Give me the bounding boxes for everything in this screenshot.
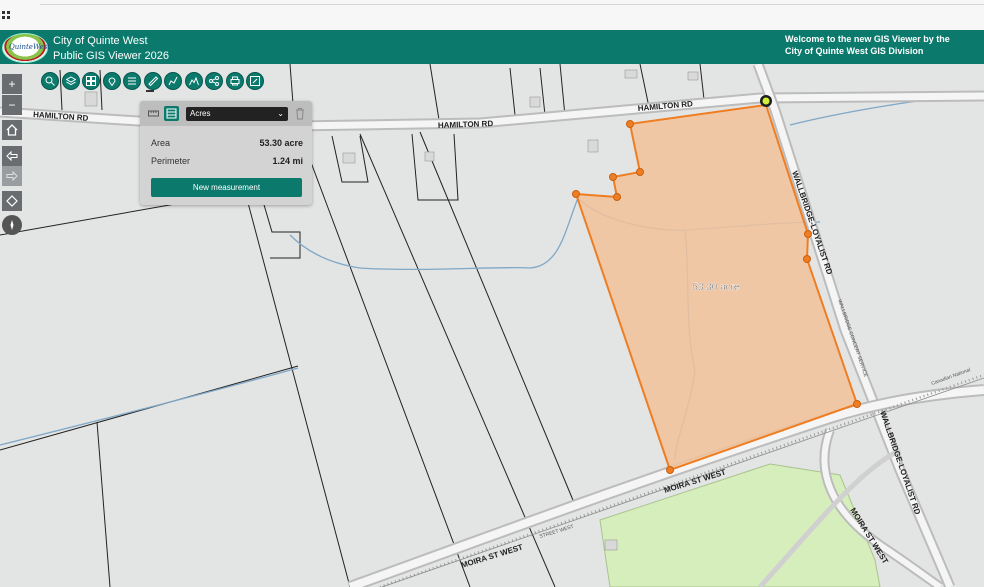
measurement-panel: Acres ⌄ Area 53.30 acre Perimeter 1.24 m… [140, 101, 312, 205]
list-icon [128, 77, 136, 85]
vertex-handle[interactable] [572, 190, 580, 198]
previous-extent-button[interactable] [2, 146, 22, 166]
next-extent-button[interactable] [2, 166, 22, 186]
vertex-handle[interactable] [666, 466, 674, 474]
area-row: Area 53.30 acre [151, 138, 303, 148]
browser-toolbar [0, 0, 984, 31]
tab-strip [40, 4, 984, 8]
basemap-icon [86, 76, 96, 86]
tool-button-edit[interactable] [246, 72, 264, 90]
tool-button-layers[interactable] [61, 72, 80, 90]
tool-button-basemap[interactable] [82, 72, 100, 90]
tool-button-list[interactable] [123, 72, 141, 90]
trash-icon[interactable] [294, 107, 306, 120]
welcome-text-line2: City of Quinte West GIS Division [785, 46, 924, 56]
app-subtitle: Public GIS Viewer 2026 [53, 50, 169, 62]
perimeter-label: Perimeter [151, 156, 191, 166]
grid-icon[interactable] [2, 11, 11, 20]
new-measurement-button[interactable]: New measurement [151, 178, 302, 197]
search-icon [45, 76, 55, 86]
elevation-icon [188, 76, 199, 86]
welcome-text-line1: Welcome to the new GIS Viewer by the [785, 34, 950, 44]
arrow-right-icon [6, 170, 18, 182]
unit-select-value: Acres [190, 109, 211, 118]
app-title: City of Quinte West [53, 35, 148, 47]
zoom-in-button[interactable]: + [2, 74, 22, 94]
location-icon [107, 77, 116, 86]
city-logo: QuinteWest [2, 33, 51, 63]
logo-text: QuinteWest [9, 43, 51, 51]
area-value: 53.30 acre [259, 138, 303, 148]
active-vertex-marker[interactable] [760, 95, 772, 107]
unit-select[interactable]: Acres ⌄ [186, 107, 288, 121]
arrow-left-icon [6, 150, 18, 162]
measure-icon [147, 76, 158, 86]
home-icon [6, 124, 18, 136]
home-button[interactable] [2, 120, 22, 140]
app-header: QuinteWest City of Quinte West Public GI… [0, 30, 984, 64]
tool-button-share[interactable] [205, 72, 223, 90]
perimeter-row: Perimeter 1.24 mi [151, 156, 303, 166]
vertex-handle[interactable] [613, 193, 621, 201]
print-icon [230, 76, 239, 86]
active-tool-indicator [146, 90, 154, 92]
perimeter-value: 1.24 mi [272, 156, 303, 166]
tool-button-print[interactable] [225, 72, 244, 90]
vertex-handle[interactable] [803, 255, 811, 263]
layers-icon [65, 76, 76, 86]
locate-button[interactable] [2, 191, 22, 211]
tool-button-elevation[interactable] [184, 72, 203, 90]
vertex-handle[interactable] [636, 168, 644, 176]
vertex-handle[interactable] [609, 173, 617, 181]
area-label: Area [151, 138, 171, 148]
draw-icon [168, 76, 178, 86]
tool-button-draw[interactable] [164, 72, 182, 90]
compass-icon [10, 220, 14, 230]
share-icon [209, 76, 219, 86]
vertex-handle[interactable] [626, 120, 634, 128]
edit-icon [250, 76, 260, 86]
area-mode-button[interactable] [164, 106, 179, 121]
vertex-handle[interactable] [853, 400, 861, 408]
zoom-out-button[interactable]: − [2, 95, 22, 115]
distance-mode-button[interactable] [146, 106, 161, 121]
polygon-area-label: 53.30 acre [692, 282, 740, 293]
chevron-down-icon: ⌄ [277, 109, 284, 118]
area-measure-icon [166, 108, 177, 119]
tool-button-search[interactable] [41, 72, 59, 90]
compass-button[interactable] [2, 215, 22, 235]
ruler-icon [148, 110, 159, 117]
tool-button-measure[interactable] [143, 72, 162, 90]
locate-icon [6, 195, 18, 207]
tool-button-location[interactable] [102, 72, 121, 90]
